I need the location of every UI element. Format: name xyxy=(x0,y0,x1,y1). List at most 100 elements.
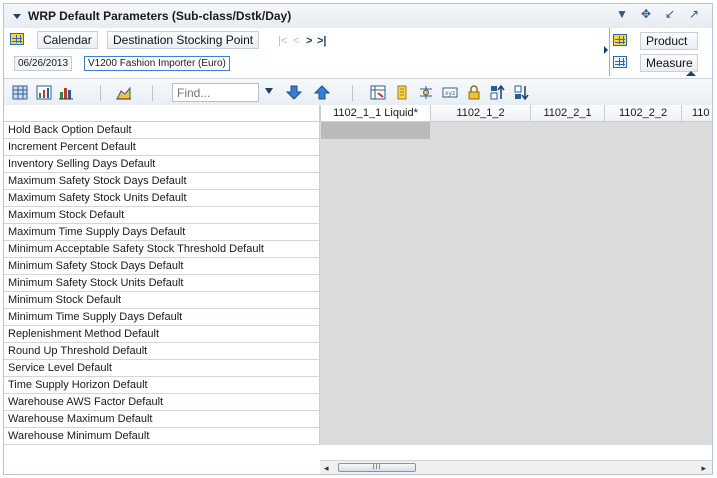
chart-table-icon[interactable] xyxy=(36,85,52,100)
lock-icon[interactable] xyxy=(466,85,482,100)
grid-cell[interactable] xyxy=(320,360,430,377)
scroll-right-icon[interactable]: ▸ xyxy=(701,463,706,474)
last-page-icon[interactable]: >| xyxy=(317,35,327,47)
next-page-icon[interactable]: > xyxy=(306,35,312,47)
grid-cell[interactable] xyxy=(604,377,681,394)
grid-cell[interactable] xyxy=(681,411,712,428)
grid-cell[interactable] xyxy=(530,360,604,377)
grid-cell[interactable] xyxy=(530,411,604,428)
column-header[interactable]: 1102_1_1 Liquid* xyxy=(320,105,430,122)
grid-cell[interactable] xyxy=(430,394,530,411)
grid-cell[interactable] xyxy=(430,411,530,428)
grid-cell[interactable] xyxy=(681,156,712,173)
grid-cell[interactable] xyxy=(681,173,712,190)
maximize-icon[interactable]: ↗ xyxy=(688,7,700,21)
grid-cell[interactable] xyxy=(530,173,604,190)
grid-cell[interactable] xyxy=(430,207,530,224)
grid-cell[interactable] xyxy=(530,258,604,275)
grid-cell[interactable] xyxy=(430,343,530,360)
grid-cell[interactable] xyxy=(681,224,712,241)
first-page-icon[interactable]: |< xyxy=(278,35,287,47)
grid-cell[interactable] xyxy=(530,309,604,326)
column-header[interactable]: 1102_1_2 xyxy=(430,105,530,122)
grid-cell[interactable] xyxy=(430,241,530,258)
grid-cell[interactable] xyxy=(320,275,430,292)
split-toggle-icon[interactable] xyxy=(604,46,608,54)
grid-cell[interactable] xyxy=(530,377,604,394)
note-icon[interactable] xyxy=(394,85,410,100)
grid-cell[interactable] xyxy=(530,156,604,173)
collapse-up-icon[interactable] xyxy=(686,71,696,76)
grid-cell[interactable] xyxy=(430,258,530,275)
horizontal-scrollbar[interactable]: ◂ III ▸ xyxy=(320,460,712,474)
area-chart-icon[interactable] xyxy=(116,85,132,100)
calendar-tile-icon[interactable] xyxy=(10,33,24,45)
up-arrow-icon[interactable] xyxy=(314,85,330,100)
grid-cell[interactable] xyxy=(320,207,430,224)
grid-cell[interactable] xyxy=(681,326,712,343)
grid-cell[interactable] xyxy=(430,275,530,292)
grid-cell[interactable] xyxy=(530,241,604,258)
grid-cell[interactable] xyxy=(604,292,681,309)
sort-desc-icon[interactable] xyxy=(514,85,530,100)
grid-cell[interactable] xyxy=(604,139,681,156)
grid-cell[interactable] xyxy=(430,309,530,326)
grid-cell[interactable] xyxy=(320,326,430,343)
grid-cell[interactable] xyxy=(430,292,530,309)
location-value[interactable]: V1200 Fashion Importer (Euro) xyxy=(84,56,230,71)
product-dimension-button[interactable]: Product xyxy=(640,32,698,50)
column-header[interactable]: 1102_2_2 xyxy=(604,105,681,122)
grid-view-icon[interactable] xyxy=(12,85,28,100)
grid-cell[interactable] xyxy=(604,326,681,343)
grid-cell[interactable] xyxy=(430,139,530,156)
grid-cell[interactable] xyxy=(430,360,530,377)
grid-cell[interactable] xyxy=(320,309,430,326)
down-arrow-icon[interactable] xyxy=(286,85,302,100)
grid-cell[interactable] xyxy=(530,275,604,292)
collapse-chevron-icon[interactable] xyxy=(13,14,21,19)
grid-cell[interactable] xyxy=(604,207,681,224)
grid-cell[interactable] xyxy=(320,190,430,207)
grid-cell[interactable] xyxy=(681,292,712,309)
swap-icon[interactable] xyxy=(370,85,386,100)
grid-cell[interactable] xyxy=(430,122,530,139)
grid-cell[interactable] xyxy=(530,139,604,156)
destination-stocking-point-button[interactable]: Destination Stocking Point xyxy=(107,31,260,49)
grid-cell[interactable] xyxy=(604,241,681,258)
move-icon[interactable]: ✥ xyxy=(640,7,652,21)
dropdown-icon[interactable] xyxy=(264,87,274,95)
grid-cell[interactable] xyxy=(681,394,712,411)
grid-cell[interactable] xyxy=(320,241,430,258)
grid-cell[interactable] xyxy=(530,292,604,309)
grid-cell[interactable] xyxy=(604,258,681,275)
grid-cells[interactable] xyxy=(320,122,712,445)
column-header[interactable]: 110 xyxy=(681,105,712,122)
grid-cell[interactable] xyxy=(320,394,430,411)
grid-cell[interactable] xyxy=(320,122,430,139)
grid-cell[interactable] xyxy=(530,343,604,360)
grid-cell[interactable] xyxy=(430,156,530,173)
grid-cell[interactable] xyxy=(604,360,681,377)
grid-cell[interactable] xyxy=(320,139,430,156)
grid-cell[interactable] xyxy=(604,309,681,326)
grid-cell[interactable] xyxy=(320,173,430,190)
chevron-down-icon[interactable]: ▼ xyxy=(616,7,628,21)
sort-asc-icon[interactable] xyxy=(490,85,506,100)
grid-cell[interactable] xyxy=(320,377,430,394)
grid-cell[interactable] xyxy=(681,258,712,275)
grid-cell[interactable] xyxy=(604,343,681,360)
grid-cell[interactable] xyxy=(320,292,430,309)
grid-cell[interactable] xyxy=(430,190,530,207)
date-value[interactable]: 06/26/2013 xyxy=(14,56,73,71)
grid-cell[interactable] xyxy=(681,309,712,326)
grid-cell[interactable] xyxy=(681,377,712,394)
grid-cell[interactable] xyxy=(681,428,712,445)
grid-cell[interactable] xyxy=(530,224,604,241)
measure-tile-icon[interactable] xyxy=(613,56,627,68)
grid-cell[interactable] xyxy=(530,428,604,445)
grid-cell[interactable] xyxy=(430,326,530,343)
grid-cell[interactable] xyxy=(530,394,604,411)
grid-cell[interactable] xyxy=(604,275,681,292)
grid-cell[interactable] xyxy=(430,428,530,445)
grid-cell[interactable] xyxy=(530,326,604,343)
